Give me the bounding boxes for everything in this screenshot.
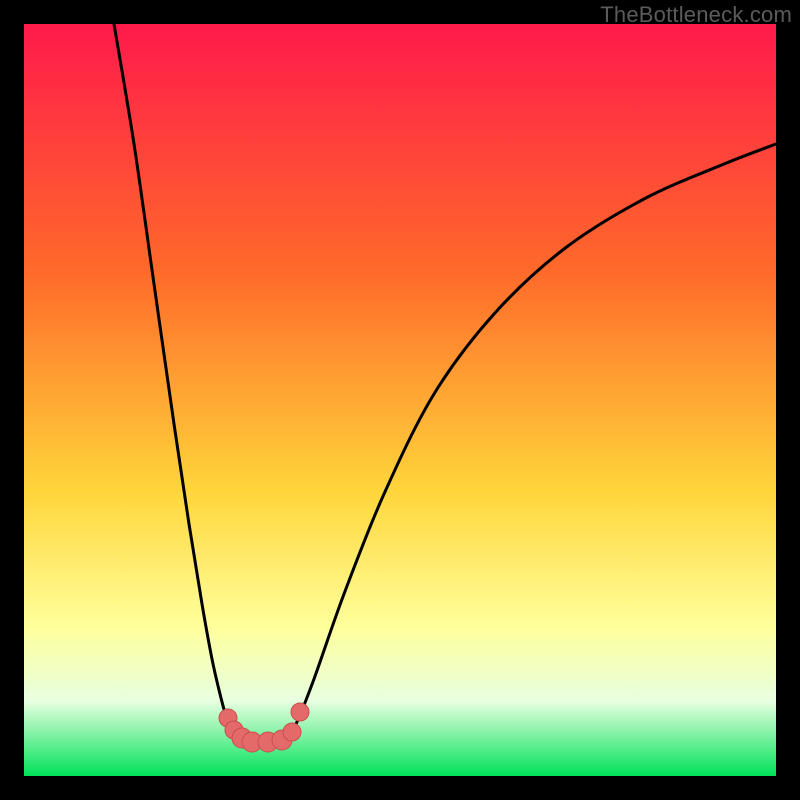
bottleneck-marker <box>291 703 309 721</box>
bottleneck-marker <box>283 723 301 741</box>
gradient-background <box>24 24 776 776</box>
bottleneck-chart <box>24 24 776 776</box>
watermark-text: TheBottleneck.com <box>600 2 792 28</box>
chart-frame <box>24 24 776 776</box>
